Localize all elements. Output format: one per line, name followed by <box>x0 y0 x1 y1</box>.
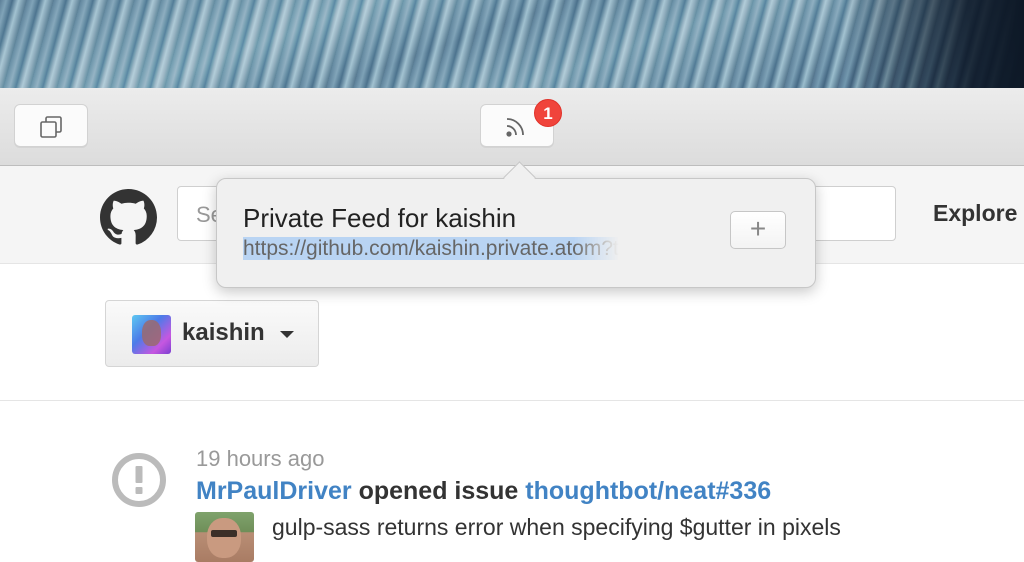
event-timestamp: 19 hours ago <box>196 446 325 471</box>
tabs-icon <box>40 116 62 138</box>
account-switcher-button[interactable]: kaishin <box>105 300 319 367</box>
actor-link[interactable]: MrPaulDriver <box>196 477 352 505</box>
divider <box>0 400 1024 401</box>
github-logo-icon[interactable] <box>100 189 157 246</box>
rss-icon <box>506 118 524 137</box>
browser-toolbar <box>0 88 1024 235</box>
account-username: kaishin <box>182 319 265 346</box>
issue-opened-icon <box>112 453 166 507</box>
feed-url[interactable]: https://github.com/kaishin.private.atom?… <box>243 237 619 260</box>
feed-title: Private Feed for kaishin <box>243 203 517 233</box>
show-tabs-button[interactable] <box>14 104 88 147</box>
explore-link[interactable]: Explore <box>933 200 1017 227</box>
avatar <box>132 315 171 354</box>
feed-url-container: https://github.com/kaishin.private.atom?… <box>243 237 683 265</box>
add-feed-button[interactable]: + <box>730 211 786 249</box>
event-summary: gulp-sass returns error when specifying … <box>272 514 841 540</box>
event-action: opened issue <box>351 477 526 505</box>
avatar[interactable] <box>195 512 254 562</box>
feed-popover: Private Feed for kaishin https://github.… <box>216 161 816 288</box>
event-title: MrPaulDriver opened issue thoughtbot/nea… <box>196 477 771 506</box>
chevron-down-icon <box>280 331 294 338</box>
issue-link[interactable]: thoughtbot/neat#336 <box>525 477 771 505</box>
feed-count-badge: 1 <box>534 99 562 127</box>
desktop-wallpaper <box>0 0 1024 88</box>
